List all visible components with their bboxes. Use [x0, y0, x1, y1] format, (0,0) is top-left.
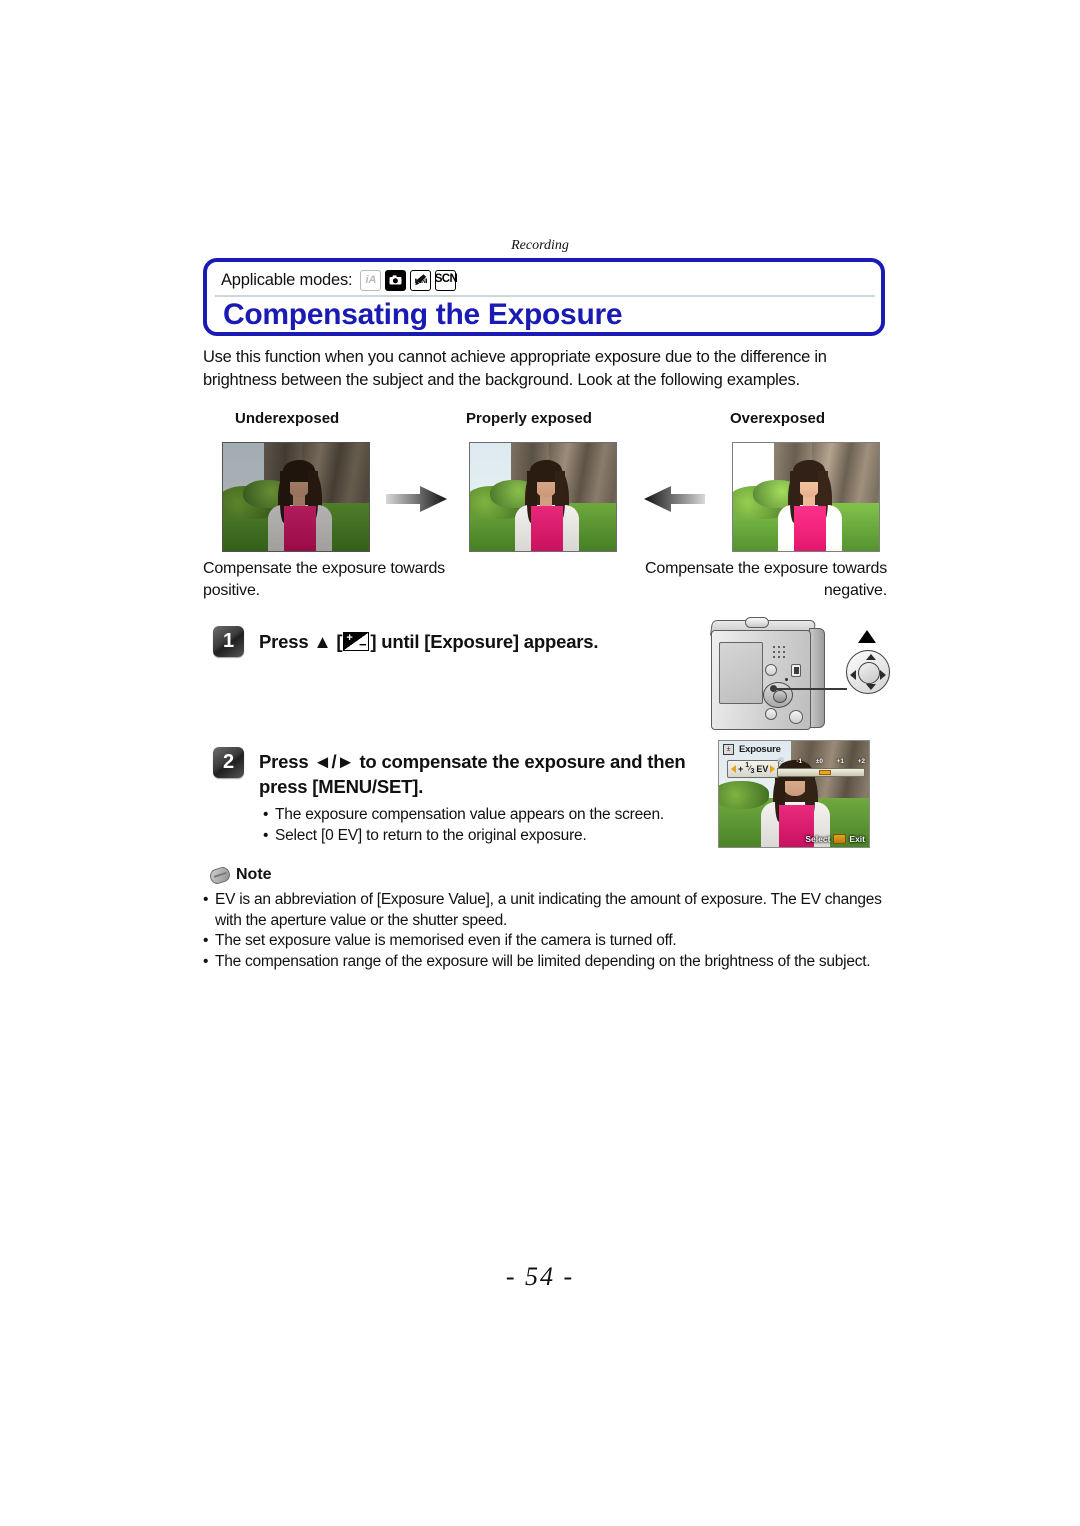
- step-2-title-line1: Press ◄/► to compensate the exposure and…: [259, 751, 686, 772]
- arrow-right-icon: [386, 486, 447, 512]
- lcd-title: Exposure: [739, 744, 781, 755]
- arrow-left-icon: [644, 486, 705, 512]
- shutter-button-illustration: [745, 617, 769, 628]
- header-divider: [215, 295, 875, 297]
- cursor-pad-illustration: [763, 682, 793, 708]
- dpad-right-icon: [880, 670, 886, 680]
- running-head: Recording: [511, 238, 569, 253]
- mode-icon-ia: iA: [360, 269, 382, 291]
- step-1-badge: 1: [213, 626, 244, 657]
- label-underexposed: Underexposed: [235, 410, 340, 427]
- note-title: Note: [236, 866, 272, 883]
- lcd-tick-plus1: +1: [836, 758, 844, 765]
- dpad-up-icon: [866, 654, 876, 660]
- step-2-bullet-2: Select [0 EV] to return to the original …: [262, 825, 702, 846]
- caption-negative: Compensate the exposure towards negative…: [645, 560, 887, 599]
- lcd-screen-preview: ± Exposure + 1⁄3 EV -2 -1 ±0 +1 +2 Selec…: [718, 740, 870, 848]
- menu-set-icon: [833, 834, 847, 844]
- camera-round-button-3: [789, 710, 803, 724]
- playback-button-illustration: [791, 664, 801, 677]
- lcd-fraction-numerator: 1: [745, 762, 750, 769]
- step-1-title: Press ▲ [+ −] until [Exposure] appears.: [259, 629, 689, 654]
- lcd-tick-plus2: +2: [857, 758, 865, 765]
- note-pencil-icon: [208, 864, 232, 886]
- example-photos: [203, 438, 887, 556]
- note-item-3: The compensation range of the exposure w…: [203, 952, 887, 973]
- mode-icon-camera: [385, 269, 407, 291]
- photo-overexposed: [732, 442, 880, 552]
- up-arrow-icon: [858, 630, 876, 643]
- note-header: Note: [208, 864, 272, 886]
- mode-icon-scn: SCN: [434, 269, 458, 291]
- lcd-value-unit: EV: [756, 763, 769, 774]
- lcd-scale-ticks: -2 -1 ±0 +1 +2: [777, 758, 865, 767]
- photo-properly-exposed: [469, 442, 617, 552]
- step-2-title: Press ◄/► to compensate the exposure and…: [259, 749, 709, 799]
- manual-page: Recording Applicable modes: iA MINI: [0, 0, 1080, 1526]
- lcd-tick-minus2: -2: [777, 758, 783, 765]
- applicable-modes-label: Applicable modes:: [221, 270, 353, 289]
- step-2-badge: 2: [213, 747, 244, 778]
- mode-scn-label: SCN: [434, 273, 458, 286]
- lcd-footer: Select Exit: [805, 834, 865, 844]
- page-title: Compensating the Exposure: [223, 298, 623, 331]
- lcd-select-label: Select: [805, 834, 831, 844]
- leader-line: [770, 685, 847, 692]
- step-1-title-before: Press ▲ [: [259, 631, 343, 652]
- page-number: - 54 -: [505, 1262, 575, 1291]
- lcd-value-fraction: 1⁄3: [745, 762, 755, 775]
- dpad-center-button: [858, 662, 880, 684]
- exposure-compensation-icon: + −: [343, 632, 370, 651]
- camera-round-button-2: [765, 708, 777, 720]
- intro-paragraph: Use this function when you cannot achiev…: [203, 348, 827, 389]
- lcd-exposure-scale[interactable]: -2 -1 ±0 +1 +2: [777, 758, 865, 780]
- camera-lcd-illustration: [719, 642, 763, 704]
- lcd-exit-label: Exit: [849, 834, 865, 844]
- label-overexposed: Overexposed: [730, 410, 826, 427]
- step-2-title-line2: press [MENU/SET].: [259, 776, 424, 797]
- lcd-tick-zero: ±0: [815, 758, 823, 765]
- note-item-1: EV is an abbreviation of [Exposure Value…: [203, 890, 887, 931]
- dpad-detail-illustration: [843, 630, 890, 702]
- step-2-bullet-1: The exposure compensation value appears …: [262, 804, 702, 825]
- lcd-tick-minus1: -1: [796, 758, 803, 765]
- applicable-modes-row: Applicable modes: iA MINI SCN: [221, 266, 458, 294]
- lcd-fraction-denominator: 3: [750, 768, 755, 775]
- lcd-scale-marker: [819, 770, 831, 775]
- lcd-exposure-icon: ±: [723, 744, 734, 755]
- note-item-2: The set exposure value is memorised even…: [203, 931, 887, 952]
- lcd-left-arrow-icon[interactable]: [731, 764, 736, 773]
- camera-round-button-1: [765, 664, 777, 676]
- lcd-exposure-value[interactable]: + 1⁄3 EV: [727, 760, 780, 778]
- lcd-right-arrow-icon[interactable]: [770, 764, 776, 773]
- lcd-live-view: [719, 741, 869, 847]
- lcd-header: ± Exposure: [723, 744, 781, 755]
- photo-underexposed: [222, 442, 370, 552]
- step-1-title-after: ] until [Exposure] appears.: [370, 631, 599, 652]
- dpad-down-icon: [866, 684, 876, 690]
- lcd-value-sign: +: [738, 763, 744, 774]
- mode-icon-mini: MINI: [410, 269, 432, 291]
- label-properly-exposed: Properly exposed: [466, 410, 592, 427]
- dpad-ring: [846, 650, 890, 694]
- section-header-box: Applicable modes: iA MINI SCN: [203, 258, 885, 336]
- step-2-bullets: The exposure compensation value appears …: [262, 804, 702, 846]
- note-list: EV is an abbreviation of [Exposure Value…: [203, 890, 887, 972]
- example-labels: Underexposed Properly exposed Overexpose…: [203, 410, 887, 430]
- dpad-left-icon: [850, 670, 856, 680]
- caption-positive: Compensate the exposure towards positive…: [203, 560, 445, 599]
- speaker-icon: [773, 646, 789, 660]
- camera-illustration: [697, 612, 890, 737]
- mode-ia-label: iA: [365, 273, 377, 286]
